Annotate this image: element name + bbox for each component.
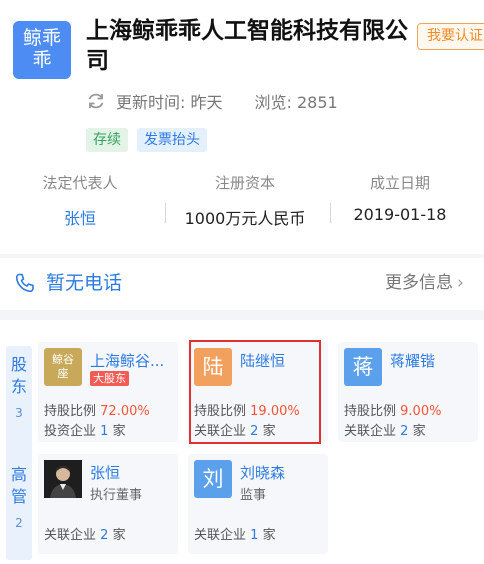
divider <box>330 203 331 223</box>
capital-value: 1000万元人民币 <box>184 209 306 228</box>
related-count: 2 <box>400 424 409 439</box>
logo-line-2: 乖 <box>32 49 52 71</box>
ratio-label: 持股比例 <box>344 404 397 419</box>
person-photo <box>44 460 82 498</box>
ratio-value: 72.00% <box>100 404 150 419</box>
executive-name[interactable]: 刘晓森 <box>240 462 285 483</box>
shareholder-card[interactable]: 陆 陆继恒 持股比例 19.00% 关联企业 2 家 <box>188 342 328 442</box>
view-count: 浏览: 2851 <box>254 93 338 112</box>
related-count: 2 <box>100 528 109 543</box>
chevron-right-icon: › <box>457 273 464 293</box>
executives-label-text: 高管 <box>10 465 27 506</box>
capital-label: 注册资本 <box>214 174 275 192</box>
person-photo-icon <box>44 460 82 498</box>
related-companies: 关联企业 2 家 <box>344 420 426 439</box>
updated-time: 更新时间: 昨天 <box>116 93 223 112</box>
date-value: 2019-01-18 <box>353 205 447 224</box>
related-unit: 家 <box>112 424 126 439</box>
ratio-value: 19.00% <box>250 404 300 419</box>
person-avatar: 陆 <box>194 348 232 386</box>
avatar-line-1: 鲸谷 <box>52 353 74 366</box>
share-ratio: 持股比例 72.00% <box>44 400 150 419</box>
share-ratio: 持股比例 9.00% <box>344 400 441 419</box>
related-unit: 家 <box>262 528 276 543</box>
people-section: 股东 3 高管 2 鲸谷 座 上海鲸谷... 大股东 持股比例 72.00% 投… <box>0 320 484 564</box>
executives-label: 高管 2 <box>6 456 32 560</box>
related-companies: 关联企业 1 家 <box>194 524 276 543</box>
shareholder-name[interactable]: 陆继恒 <box>240 350 285 371</box>
related-label: 关联企业 <box>194 424 247 439</box>
more-info-link[interactable]: 更多信息 › <box>385 269 464 297</box>
executive-card[interactable]: 刘 刘晓森 监事 关联企业 1 家 <box>188 454 328 554</box>
major-shareholder-badge: 大股东 <box>90 371 129 386</box>
related-unit: 家 <box>412 424 426 439</box>
executive-card[interactable]: 张恒 执行董事 关联企业 2 家 <box>38 454 178 554</box>
shareholders-label: 股东 3 <box>6 346 32 470</box>
shareholders-label-text: 股东 <box>10 355 27 396</box>
related-label: 关联企业 <box>344 424 397 439</box>
related-label: 投资企业 <box>44 424 97 439</box>
executive-role: 执行董事 <box>90 488 143 503</box>
related-companies: 关联企业 2 家 <box>194 420 276 439</box>
shareholders-count: 3 <box>15 406 23 420</box>
executive-role: 监事 <box>240 488 267 503</box>
ratio-value: 9.00% <box>400 404 442 419</box>
phone-text: 暂无电话 <box>46 272 123 294</box>
person-avatar: 蒋 <box>344 348 382 386</box>
related-count: 1 <box>250 528 259 543</box>
more-info-label: 更多信息 <box>385 273 453 293</box>
ratio-label: 持股比例 <box>194 404 247 419</box>
divider <box>165 203 166 223</box>
phone-icon <box>15 273 34 293</box>
refresh-icon[interactable] <box>86 91 106 111</box>
related-companies: 投资企业 1 家 <box>44 420 126 439</box>
executives-count: 2 <box>15 516 23 530</box>
company-logo: 鲸乖 乖 <box>13 21 71 79</box>
company-meta: 更新时间: 昨天 浏览: 2851 <box>86 89 338 113</box>
shareholder-card[interactable]: 蒋 蒋耀锴 持股比例 9.00% 关联企业 2 家 <box>338 342 478 442</box>
shareholder-name[interactable]: 上海鲸谷... <box>90 350 164 371</box>
status-badge: 存续 <box>86 128 128 152</box>
avatar-line-2: 座 <box>57 367 69 380</box>
company-name: 上海鲸乖乖人工智能科技有限公司 <box>86 18 408 74</box>
related-label: 关联企业 <box>44 528 97 543</box>
related-count: 2 <box>250 424 259 439</box>
share-ratio: 持股比例 19.00% <box>194 400 300 419</box>
company-avatar: 鲸谷 座 <box>44 348 82 386</box>
date-label: 成立日期 <box>369 174 430 192</box>
legal-rep-link[interactable]: 张恒 <box>20 205 140 229</box>
shareholder-card[interactable]: 鲸谷 座 上海鲸谷... 大股东 持股比例 72.00% 投资企业 1 家 <box>38 342 178 442</box>
ratio-label: 持股比例 <box>44 404 97 419</box>
related-companies: 关联企业 2 家 <box>44 524 126 543</box>
related-label: 关联企业 <box>194 528 247 543</box>
executive-name[interactable]: 张恒 <box>90 462 120 483</box>
status-tags: 存续 发票抬头 <box>86 128 216 152</box>
shareholder-name[interactable]: 蒋耀锴 <box>390 350 435 371</box>
person-avatar: 刘 <box>194 460 232 498</box>
related-count: 1 <box>100 424 109 439</box>
legal-rep-label: 法定代表人 <box>42 174 118 192</box>
phone-bar[interactable]: 暂无电话 更多信息 › <box>0 258 484 310</box>
logo-line-1: 鲸乖 <box>22 27 61 49</box>
related-unit: 家 <box>112 528 126 543</box>
related-unit: 家 <box>262 424 276 439</box>
claim-button[interactable]: 我要认证 <box>417 23 484 50</box>
company-header: 鲸乖 乖 上海鲸乖乖人工智能科技有限公司 我要认证 更新时间: 昨天 浏览: 2… <box>0 0 484 254</box>
invoice-title-tag[interactable]: 发票抬头 <box>137 128 207 152</box>
